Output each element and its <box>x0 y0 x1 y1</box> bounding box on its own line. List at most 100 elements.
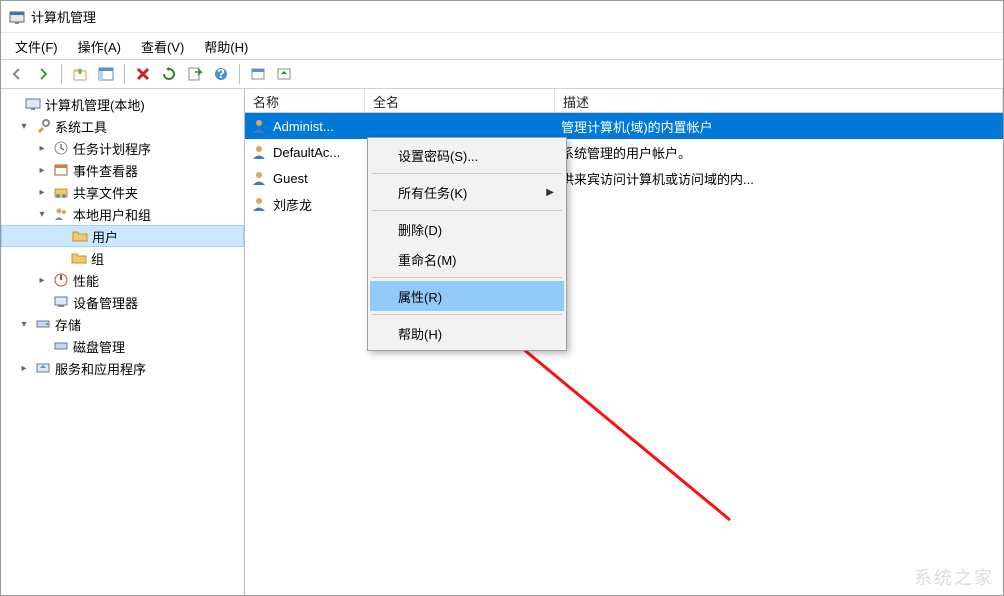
tree-performance[interactable]: ▸ 性能 <box>1 269 244 291</box>
list-row-user[interactable]: 刘彦龙 <box>245 191 1003 217</box>
help-button[interactable]: ? <box>209 62 233 86</box>
storage-icon <box>35 316 51 332</box>
forward-button[interactable] <box>31 62 55 86</box>
tree-local-users-groups[interactable]: ▾ 本地用户和组 <box>1 203 244 225</box>
up-button[interactable] <box>68 62 92 86</box>
ctx-rename[interactable]: 重命名(M) <box>370 244 564 274</box>
ctx-help[interactable]: 帮助(H) <box>370 318 564 348</box>
user-icon <box>251 144 267 160</box>
expander-icon <box>7 97 21 111</box>
users-groups-icon <box>53 206 69 222</box>
tree-label: 存储 <box>55 315 81 334</box>
tree-label: 组 <box>91 249 104 268</box>
clock-icon <box>53 140 69 156</box>
chevron-right-icon[interactable]: ▸ <box>17 361 31 375</box>
menu-help[interactable]: 帮助(H) <box>196 35 256 58</box>
cell-name: DefaultAc... <box>273 145 340 160</box>
menu-view[interactable]: 查看(V) <box>133 35 192 58</box>
menubar: 文件(F) 操作(A) 查看(V) 帮助(H) <box>1 33 1003 59</box>
menu-action[interactable]: 操作(A) <box>70 35 129 58</box>
tree-groups[interactable]: 组 <box>1 247 244 269</box>
chevron-down-icon[interactable]: ▾ <box>17 317 31 331</box>
user-icon <box>251 196 267 212</box>
cell-name: 刘彦龙 <box>273 195 312 214</box>
user-icon <box>251 118 267 134</box>
cell-name: Guest <box>273 171 308 186</box>
ctx-separator <box>372 314 562 315</box>
folder-icon <box>71 250 87 266</box>
performance-icon <box>53 272 69 288</box>
extra-button-1[interactable] <box>246 62 270 86</box>
chevron-right-icon[interactable]: ▸ <box>35 185 49 199</box>
tree-event-viewer[interactable]: ▸ 事件查看器 <box>1 159 244 181</box>
window-title: 计算机管理 <box>31 7 96 26</box>
toolbar-separator <box>239 64 240 84</box>
delete-button[interactable] <box>131 62 155 86</box>
chevron-down-icon[interactable]: ▾ <box>17 119 31 133</box>
tree-system-tools[interactable]: ▾ 系统工具 <box>1 115 244 137</box>
tree-shared-folders[interactable]: ▸ 共享文件夹 <box>1 181 244 203</box>
tree-label: 磁盘管理 <box>73 337 125 356</box>
cell-description: 管理计算机(域)的内置帐户 <box>561 117 713 136</box>
ctx-set-password[interactable]: 设置密码(S)... <box>370 140 564 170</box>
tree-disk-management[interactable]: 磁盘管理 <box>1 335 244 357</box>
tree-label: 事件查看器 <box>73 161 138 180</box>
context-menu: 设置密码(S)... 所有任务(K)▶ 删除(D) 重命名(M) 属性(R) 帮… <box>367 137 567 351</box>
tree-label: 本地用户和组 <box>73 205 151 224</box>
list-row-guest[interactable]: Guest 供来宾访问计算机或访问域的内... <box>245 165 1003 191</box>
chevron-down-icon[interactable]: ▾ <box>35 207 49 221</box>
app-icon <box>9 9 25 25</box>
tree-label: 任务计划程序 <box>73 139 151 158</box>
tree-users[interactable]: 用户 <box>1 225 244 247</box>
tree-label: 系统工具 <box>55 117 107 136</box>
list-body[interactable]: Administ... 管理计算机(域)的内置帐户 DefaultAc... 系… <box>245 113 1003 595</box>
export-button[interactable] <box>183 62 207 86</box>
tree-root[interactable]: 计算机管理(本地) <box>1 93 244 115</box>
menu-file[interactable]: 文件(F) <box>7 35 66 58</box>
back-button[interactable] <box>5 62 29 86</box>
services-icon <box>35 360 51 376</box>
list-row-defaultaccount[interactable]: DefaultAc... 系统管理的用户帐户。 <box>245 139 1003 165</box>
cell-description: 供来宾访问计算机或访问域的内... <box>561 169 754 188</box>
nav-tree[interactable]: 计算机管理(本地) ▾ 系统工具 ▸ 任务计划程序 ▸ 事件查看器 ▸ 共享文件… <box>1 89 245 595</box>
list-pane: 名称 全名 描述 Administ... 管理计算机(域)的内置帐户 <box>245 89 1003 595</box>
ctx-properties[interactable]: 属性(R) <box>370 281 564 311</box>
event-icon <box>53 162 69 178</box>
refresh-button[interactable] <box>157 62 181 86</box>
device-icon <box>53 294 69 310</box>
column-description[interactable]: 描述 <box>555 89 1003 112</box>
show-hide-tree-button[interactable] <box>94 62 118 86</box>
ctx-separator <box>372 277 562 278</box>
ctx-delete[interactable]: 删除(D) <box>370 214 564 244</box>
tree-label: 计算机管理(本地) <box>45 95 145 114</box>
list-row-administrator[interactable]: Administ... 管理计算机(域)的内置帐户 <box>245 113 1003 139</box>
column-fullname[interactable]: 全名 <box>365 89 555 112</box>
submenu-arrow-icon: ▶ <box>546 187 554 198</box>
tree-label: 设备管理器 <box>73 293 138 312</box>
column-name[interactable]: 名称 <box>245 89 365 112</box>
tree-label: 性能 <box>73 271 99 290</box>
tools-icon <box>35 118 51 134</box>
disk-icon <box>53 338 69 354</box>
toolbar-separator <box>124 64 125 84</box>
shared-folder-icon <box>53 184 69 200</box>
toolbar: ? <box>1 59 1003 89</box>
tree-label: 用户 <box>92 227 118 246</box>
user-icon <box>251 170 267 186</box>
tree-label: 共享文件夹 <box>73 183 138 202</box>
ctx-separator <box>372 210 562 211</box>
chevron-right-icon[interactable]: ▸ <box>35 273 49 287</box>
titlebar: 计算机管理 <box>1 1 1003 33</box>
tree-services-apps[interactable]: ▸ 服务和应用程序 <box>1 357 244 379</box>
tree-task-scheduler[interactable]: ▸ 任务计划程序 <box>1 137 244 159</box>
cell-name: Administ... <box>273 119 334 134</box>
ctx-all-tasks[interactable]: 所有任务(K)▶ <box>370 177 564 207</box>
computer-icon <box>25 96 41 112</box>
tree-device-manager[interactable]: 设备管理器 <box>1 291 244 313</box>
extra-button-2[interactable] <box>272 62 296 86</box>
list-header: 名称 全名 描述 <box>245 89 1003 113</box>
tree-storage[interactable]: ▾ 存储 <box>1 313 244 335</box>
chevron-right-icon[interactable]: ▸ <box>35 141 49 155</box>
chevron-right-icon[interactable]: ▸ <box>35 163 49 177</box>
ctx-separator <box>372 173 562 174</box>
